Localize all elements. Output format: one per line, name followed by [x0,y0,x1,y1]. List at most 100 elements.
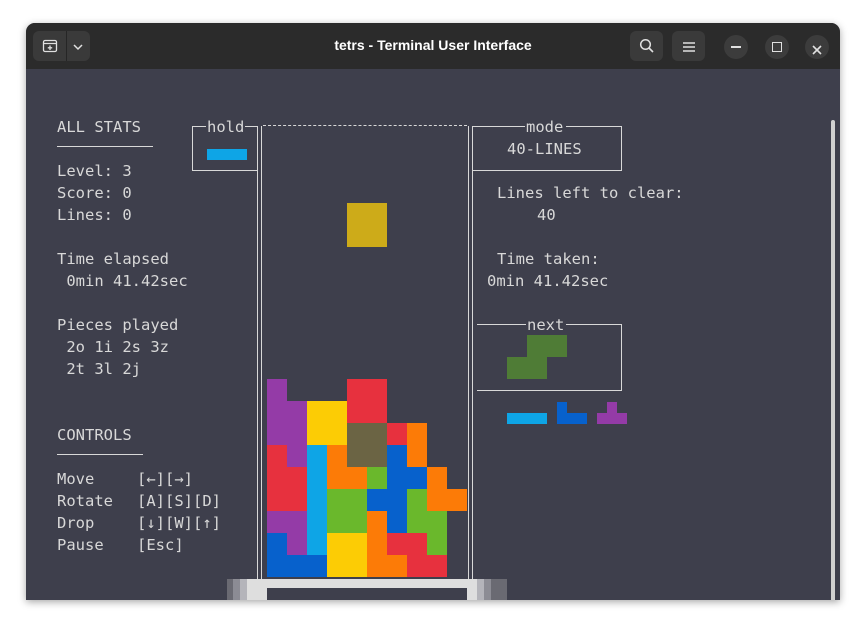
controls-underline [57,454,143,455]
mode-value: 40-LINES [507,140,582,158]
board-cell [367,467,387,489]
scrollbar[interactable] [831,120,835,600]
board-cell [307,401,327,423]
board-cell [387,423,407,445]
board-cell [407,445,427,467]
board-cell [367,511,387,533]
board-cell [307,467,327,489]
maximize-icon[interactable] [772,42,782,52]
board-cell [347,467,367,489]
board-cell [327,445,347,467]
board-cell [387,555,407,577]
board-cell [267,555,287,577]
close-button[interactable] [805,35,829,59]
board-cell [287,489,307,511]
board-cell [327,467,347,489]
time-taken-label: Time taken: [497,250,600,268]
board-cell [407,423,427,445]
control-keys: [↓][W][↑] [137,514,221,532]
preview-piece-cell [557,402,567,413]
board-cell [347,401,367,423]
control-label: Rotate [57,492,113,510]
board-cell [367,379,387,401]
preview-piece-cell [617,413,627,424]
lines-text: Lines: 0 [57,206,132,224]
board-cell [287,445,307,467]
board-cell [267,533,287,555]
board-cell [307,555,327,577]
board-cell [407,467,427,489]
board-cell [267,379,287,401]
next-piece-cell [527,357,547,379]
board-cell [347,555,367,577]
board-cell [367,533,387,555]
ghost-piece-cell [367,445,387,467]
title-bar: tetrs - Terminal User Interface [26,23,840,69]
board-cell [307,423,327,445]
board-cell [287,511,307,533]
control-keys: [A][S][D] [137,492,221,510]
board-cell [427,533,447,555]
preview-piece-cell [517,413,527,424]
board-cell [427,555,447,577]
pieces-played-label: Pieces played [57,316,179,334]
lines-left-value: 40 [537,206,556,224]
preview-piece-cell [567,413,577,424]
board-cell [387,489,407,511]
close-icon[interactable] [811,41,823,60]
preview-piece-cell [607,413,617,424]
ghost-piece-cell [347,423,367,445]
falling-piece-cell [347,203,367,225]
board-cell [387,445,407,467]
stats-heading: ALL STATS [57,118,141,136]
board-cell [447,489,467,511]
board-cell [327,511,347,533]
board-cell [427,511,447,533]
board-cell [407,511,427,533]
board-cell [387,533,407,555]
board-cell [327,555,347,577]
minimize-button[interactable] [724,35,748,59]
preview-piece-cell [557,413,567,424]
board-cell [307,511,327,533]
board-cell [307,489,327,511]
board-cell [407,533,427,555]
control-keys: [Esc] [137,536,184,554]
ghost-piece-cell [367,423,387,445]
board-cell [287,423,307,445]
board-cell [367,555,387,577]
board-cell [347,379,367,401]
lines-left-label: Lines left to clear: [497,184,684,202]
preview-piece-cell [597,413,607,424]
hold-piece-i [207,149,247,160]
board-cell [267,401,287,423]
minimize-icon[interactable] [731,46,741,48]
board-cell [327,533,347,555]
board-cell [327,423,347,445]
board-cell [387,511,407,533]
maximize-button[interactable] [765,35,789,59]
time-elapsed-value: 0min 41.42sec [57,272,188,290]
preview-piece-cell [507,413,517,424]
preview-piece-cell [527,413,537,424]
terminal-window: tetrs - Terminal User Interface ALL STAT… [26,23,840,600]
menu-button[interactable] [672,31,705,61]
search-icon[interactable] [639,38,655,58]
preview-piece-cell [577,413,587,424]
board-cell [267,467,287,489]
board-cell [387,467,407,489]
preview-piece-cell [537,413,547,424]
board-cell [367,401,387,423]
board-cell [287,467,307,489]
mode-label: mode [526,118,564,136]
board-cell [347,511,367,533]
control-keys: [←][→] [137,470,193,488]
pieces-played-row: 2t 3l 2j [57,360,141,378]
board-cell [427,489,447,511]
hamburger-menu-icon[interactable] [682,39,696,58]
score-text: Score: 0 [57,184,132,202]
board-cell [287,555,307,577]
search-button[interactable] [630,31,663,61]
board-cell [267,445,287,467]
preview-piece-cell [607,402,617,413]
